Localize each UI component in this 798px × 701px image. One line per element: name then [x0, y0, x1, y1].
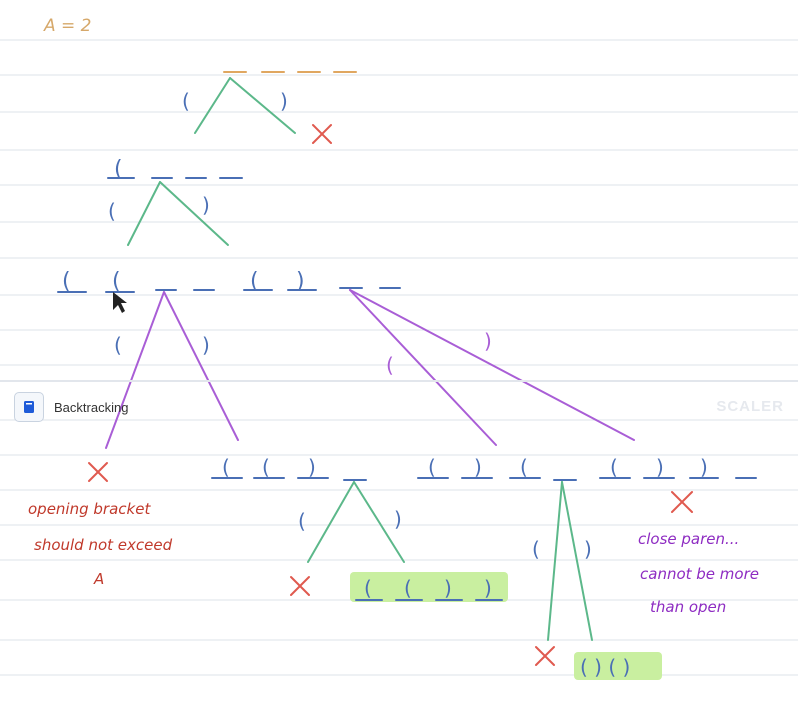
closing-note-line-2: cannot be more [640, 565, 759, 583]
opening-note-line-3: A [94, 570, 105, 588]
closing-note-line-3: than open [650, 598, 727, 616]
close-bracket-label: ) [202, 333, 210, 357]
opening-note-line-2: should not exceed [34, 536, 173, 554]
branch-open [105, 291, 165, 449]
open-bracket-label: ( [182, 89, 190, 113]
close-bracket-label: ) [202, 193, 210, 217]
bracket-glyph: ( [610, 455, 618, 479]
open-bracket-label: ( [298, 509, 306, 533]
bracket-glyph: ) [656, 455, 664, 479]
open-bracket-label: ( [532, 537, 540, 561]
close-bracket-label: ) [394, 507, 402, 531]
book-icon [14, 392, 44, 422]
branch-close [561, 481, 593, 641]
branch-open [194, 77, 231, 134]
result-bracket: ( [364, 576, 372, 600]
open-bracket-label: ( [386, 353, 394, 377]
branch-close [163, 291, 239, 441]
branch-open [547, 481, 563, 641]
branch-open [127, 181, 161, 246]
problem-title: A = 2 [44, 16, 92, 36]
bracket-glyph: ( [428, 455, 436, 479]
topic-badge[interactable]: Backtracking [14, 392, 128, 422]
bracket-glyph: ( [62, 269, 71, 294]
branch-open [349, 289, 497, 446]
ink-layer: ()(()((()()()(()()(())()(())()( ) ( ) [0, 39, 798, 680]
result-bracket: ( ) ( ) [580, 655, 630, 679]
topic-label: Backtracking [54, 399, 129, 415]
bracket-glyph: ( [520, 455, 528, 479]
section-divider [0, 380, 798, 382]
whiteboard: ()(()((()()()(()()(())()(())()( ) ( ) A … [0, 0, 798, 696]
bracket-glyph: ( [112, 269, 121, 294]
result-bracket: ) [484, 576, 492, 600]
closing-note-line-1: close paren... [638, 530, 740, 548]
result-bracket: ) [444, 576, 452, 600]
close-bracket-label: ) [584, 537, 592, 561]
bracket-glyph: ( [222, 455, 230, 479]
bracket-glyph: ) [308, 455, 316, 479]
opening-note-line-1: opening bracket [28, 500, 151, 518]
close-bracket-label: ) [484, 329, 492, 353]
branch-open [307, 481, 355, 563]
result-bracket: ( [404, 576, 412, 600]
close-bracket-label: ) [280, 89, 288, 113]
bracket-glyph: ) [700, 455, 708, 479]
open-bracket-label: ( [114, 333, 122, 357]
branch-close [159, 181, 229, 246]
open-bracket-label: ( [108, 199, 116, 223]
brand-watermark: SCALER [716, 398, 784, 415]
bracket-glyph: ) [474, 455, 482, 479]
bracket-glyph: ( [262, 455, 270, 479]
